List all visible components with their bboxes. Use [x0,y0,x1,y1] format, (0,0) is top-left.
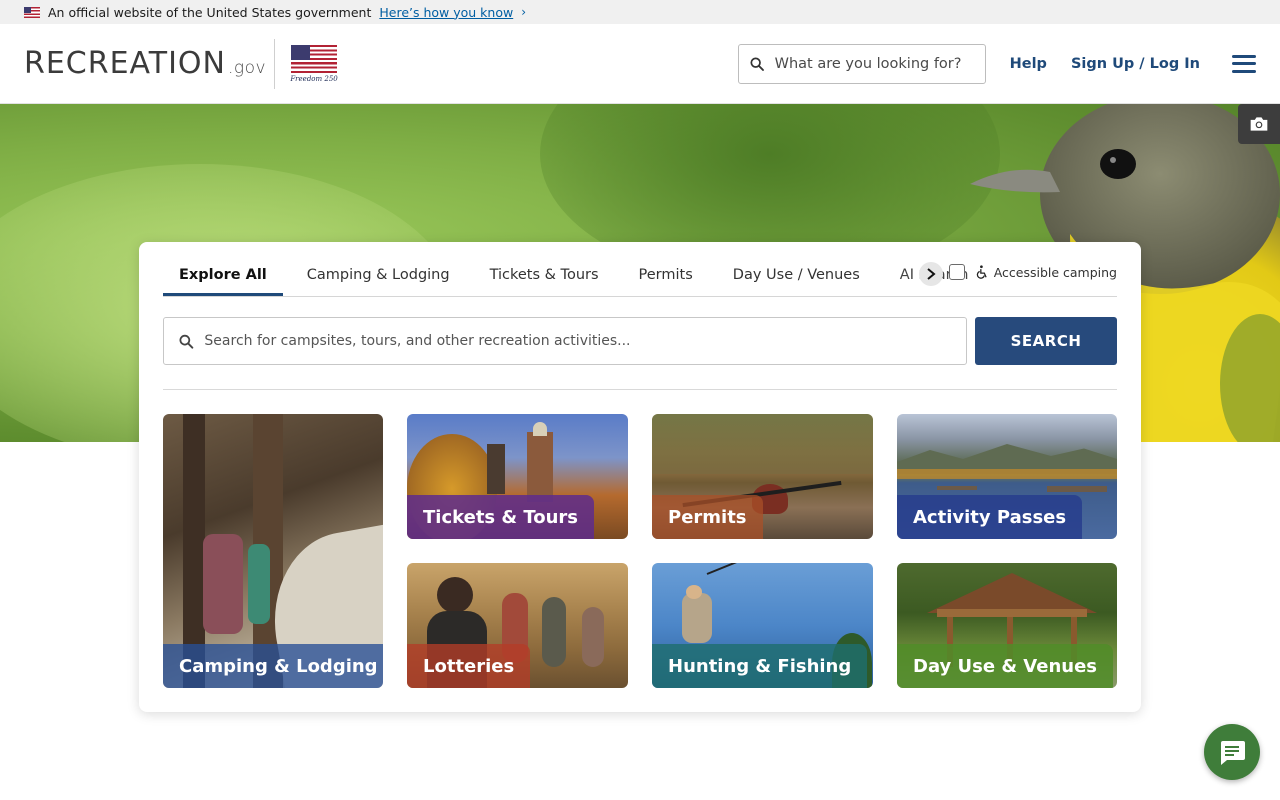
accessible-camping-checkbox[interactable] [948,264,965,280]
category-permits[interactable]: Permits [652,414,873,539]
tab-tickets-tours[interactable]: Tickets & Tours [474,267,615,296]
accessible-camping-label: Accessible camping [993,264,1117,280]
recreation-logo[interactable]: RECREATION .gov [24,46,266,81]
flag-icon [291,44,338,73]
tile-label: Tickets & Tours [407,495,595,539]
tile-label: Camping & Lodging [163,644,383,688]
tab-camping-lodging[interactable]: Camping & Lodging [291,267,466,296]
search-icon [179,334,194,349]
logo-divider [274,38,276,89]
gov-banner: An official website of the United States… [0,0,1280,24]
hamburger-menu-icon[interactable] [1232,54,1256,73]
search-tabs: Explore All Camping & Lodging Tickets & … [163,242,1117,297]
heres-how-you-know-link[interactable]: Here’s how you know [379,5,513,20]
tile-label: Hunting & Fishing [652,644,868,688]
category-day-use-venues[interactable]: Day Use & Venues [897,563,1117,688]
category-lotteries[interactable]: Lotteries [407,563,628,688]
tile-label: Permits [652,495,763,539]
wheelchair-icon [976,265,987,279]
main-search-field[interactable] [163,317,967,365]
chat-icon [1221,741,1245,765]
accessible-camping-toggle: Accessible camping [948,264,1117,280]
category-tickets-tours[interactable]: Tickets & Tours [407,414,628,539]
category-grid: Camping & Lodging Tickets & Tours Permit… [163,414,1117,688]
tile-label: Day Use & Venues [897,644,1114,688]
tile-label: Activity Passes [897,495,1083,539]
site-header: RECREATION .gov Freedom 250 Help Sign Up… [0,24,1280,104]
camera-icon [1250,117,1268,131]
search-button[interactable]: SEARCH [975,317,1117,365]
help-link[interactable]: Help [1010,56,1047,72]
main-search-input[interactable] [204,333,952,349]
search-card: Explore All Camping & Lodging Tickets & … [139,242,1141,712]
tab-explore-all[interactable]: Explore All [163,267,283,296]
category-activity-passes[interactable]: Activity Passes [897,414,1117,539]
header-search-input[interactable] [774,55,975,72]
category-hunting-fishing[interactable]: Hunting & Fishing [652,563,873,688]
logo-suffix: .gov [227,58,267,78]
photo-credit-button[interactable] [1238,104,1280,144]
divider [163,389,1117,390]
search-icon [750,56,764,71]
tab-permits[interactable]: Permits [623,267,709,296]
chat-button[interactable] [1204,724,1260,780]
gov-banner-text: An official website of the United States… [48,4,372,20]
logo-wordmark: RECREATION [24,46,226,81]
tab-day-use-venues[interactable]: Day Use / Venues [717,267,876,296]
freedom-250-logo: Freedom 250 [290,44,338,83]
chevron-right-icon[interactable]: › [521,5,526,19]
chevron-right-icon[interactable] [919,262,943,286]
search-row: SEARCH [163,317,1117,365]
category-camping-lodging[interactable]: Camping & Lodging [163,414,383,688]
signup-login-link[interactable]: Sign Up / Log In [1071,56,1200,72]
header-search[interactable] [737,43,986,84]
us-flag-icon [24,6,40,18]
tile-label: Lotteries [407,644,531,688]
freedom-label: Freedom 250 [290,74,338,83]
header-actions: Help Sign Up / Log In [737,43,1256,84]
